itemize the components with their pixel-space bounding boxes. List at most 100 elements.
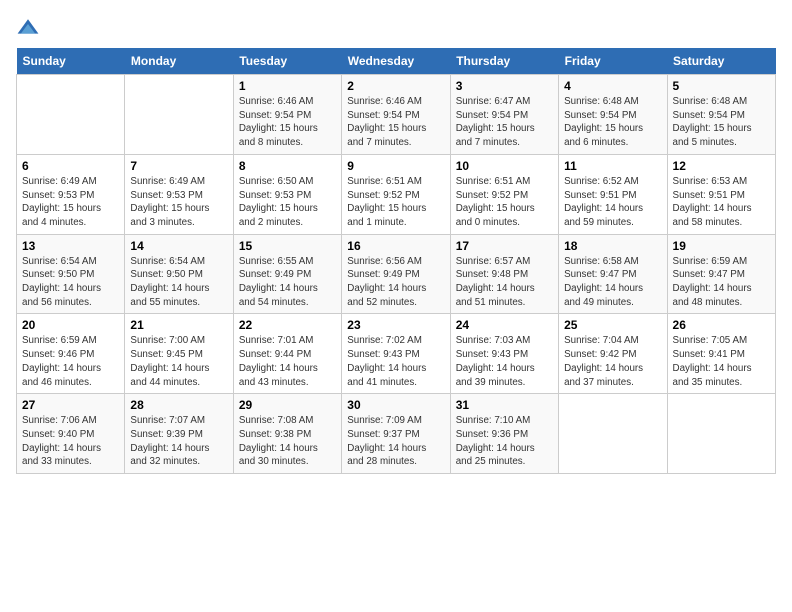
- calendar-week-row: 20 Sunrise: 6:59 AM Sunset: 9:46 PM Dayli…: [17, 314, 776, 394]
- day-info: Sunrise: 7:05 AM Sunset: 9:41 PM Dayligh…: [673, 334, 770, 389]
- calendar-cell: 15 Sunrise: 6:55 AM Sunset: 9:49 PM Dayli…: [233, 234, 341, 314]
- logo-icon: [16, 16, 40, 40]
- calendar-cell: 28 Sunrise: 7:07 AM Sunset: 9:39 PM Dayli…: [125, 394, 233, 474]
- calendar-cell: 8 Sunrise: 6:50 AM Sunset: 9:53 PM Daylig…: [233, 154, 341, 234]
- day-number: 17: [456, 239, 553, 253]
- calendar-cell: 12 Sunrise: 6:53 AM Sunset: 9:51 PM Dayli…: [667, 154, 775, 234]
- day-number: 10: [456, 159, 553, 173]
- calendar-cell: [125, 75, 233, 155]
- calendar-cell: 5Sunrise: 6:48 AM Sunset: 9:54 PM Daylig…: [667, 75, 775, 155]
- calendar-cell: 6 Sunrise: 6:49 AM Sunset: 9:53 PM Daylig…: [17, 154, 125, 234]
- day-number: 27: [22, 398, 119, 412]
- calendar-cell: 9 Sunrise: 6:51 AM Sunset: 9:52 PM Daylig…: [342, 154, 450, 234]
- day-info: Sunrise: 6:46 AM Sunset: 9:54 PM Dayligh…: [239, 95, 336, 150]
- calendar-cell: 26 Sunrise: 7:05 AM Sunset: 9:41 PM Dayli…: [667, 314, 775, 394]
- day-number: 12: [673, 159, 770, 173]
- day-number: 5: [673, 79, 770, 93]
- day-info: Sunrise: 6:59 AM Sunset: 9:46 PM Dayligh…: [22, 334, 119, 389]
- header-tuesday: Tuesday: [233, 48, 341, 75]
- logo: [16, 16, 44, 40]
- header-friday: Friday: [559, 48, 667, 75]
- header-wednesday: Wednesday: [342, 48, 450, 75]
- calendar-week-row: 1 Sunrise: 6:46 AM Sunset: 9:54 PM Daylig…: [17, 75, 776, 155]
- calendar-cell: 22Sunrise: 7:01 AM Sunset: 9:44 PM Dayli…: [233, 314, 341, 394]
- day-number: 2: [347, 79, 444, 93]
- day-info: Sunrise: 6:51 AM Sunset: 9:52 PM Dayligh…: [347, 175, 444, 230]
- day-info: Sunrise: 7:08 AM Sunset: 9:38 PM Dayligh…: [239, 414, 336, 469]
- day-info: Sunrise: 7:01 AM Sunset: 9:44 PM Dayligh…: [239, 334, 336, 389]
- calendar-cell: [17, 75, 125, 155]
- day-info: Sunrise: 6:54 AM Sunset: 9:50 PM Dayligh…: [22, 255, 119, 310]
- day-number: 31: [456, 398, 553, 412]
- day-info: Sunrise: 6:57 AM Sunset: 9:48 PM Dayligh…: [456, 255, 553, 310]
- day-number: 15: [239, 239, 336, 253]
- day-number: 6: [22, 159, 119, 173]
- day-number: 9: [347, 159, 444, 173]
- day-info: Sunrise: 7:04 AM Sunset: 9:42 PM Dayligh…: [564, 334, 661, 389]
- day-number: 23: [347, 318, 444, 332]
- day-info: Sunrise: 6:48 AM Sunset: 9:54 PM Dayligh…: [564, 95, 661, 150]
- day-number: 26: [673, 318, 770, 332]
- calendar-cell: 16 Sunrise: 6:56 AM Sunset: 9:49 PM Dayli…: [342, 234, 450, 314]
- day-number: 3: [456, 79, 553, 93]
- day-info: Sunrise: 6:46 AM Sunset: 9:54 PM Dayligh…: [347, 95, 444, 150]
- day-info: Sunrise: 6:49 AM Sunset: 9:53 PM Dayligh…: [130, 175, 227, 230]
- day-info: Sunrise: 7:02 AM Sunset: 9:43 PM Dayligh…: [347, 334, 444, 389]
- calendar-cell: 25 Sunrise: 7:04 AM Sunset: 9:42 PM Dayli…: [559, 314, 667, 394]
- day-info: Sunrise: 6:54 AM Sunset: 9:50 PM Dayligh…: [130, 255, 227, 310]
- day-number: 29: [239, 398, 336, 412]
- day-number: 20: [22, 318, 119, 332]
- calendar-cell: 21 Sunrise: 7:00 AM Sunset: 9:45 PM Dayli…: [125, 314, 233, 394]
- day-info: Sunrise: 6:55 AM Sunset: 9:49 PM Dayligh…: [239, 255, 336, 310]
- day-number: 8: [239, 159, 336, 173]
- calendar-cell: 29 Sunrise: 7:08 AM Sunset: 9:38 PM Dayli…: [233, 394, 341, 474]
- calendar-cell: 23 Sunrise: 7:02 AM Sunset: 9:43 PM Dayli…: [342, 314, 450, 394]
- calendar-cell: 20 Sunrise: 6:59 AM Sunset: 9:46 PM Dayli…: [17, 314, 125, 394]
- day-number: 21: [130, 318, 227, 332]
- calendar-cell: 17 Sunrise: 6:57 AM Sunset: 9:48 PM Dayli…: [450, 234, 558, 314]
- day-number: 14: [130, 239, 227, 253]
- calendar-cell: 24Sunrise: 7:03 AM Sunset: 9:43 PM Dayli…: [450, 314, 558, 394]
- calendar-cell: 14 Sunrise: 6:54 AM Sunset: 9:50 PM Dayli…: [125, 234, 233, 314]
- day-info: Sunrise: 6:49 AM Sunset: 9:53 PM Dayligh…: [22, 175, 119, 230]
- day-number: 30: [347, 398, 444, 412]
- calendar-cell: 10 Sunrise: 6:51 AM Sunset: 9:52 PM Dayli…: [450, 154, 558, 234]
- calendar-cell: 18 Sunrise: 6:58 AM Sunset: 9:47 PM Dayli…: [559, 234, 667, 314]
- day-info: Sunrise: 6:47 AM Sunset: 9:54 PM Dayligh…: [456, 95, 553, 150]
- day-number: 19: [673, 239, 770, 253]
- day-info: Sunrise: 7:03 AM Sunset: 9:43 PM Dayligh…: [456, 334, 553, 389]
- day-info: Sunrise: 7:10 AM Sunset: 9:36 PM Dayligh…: [456, 414, 553, 469]
- day-number: 11: [564, 159, 661, 173]
- calendar-week-row: 13Sunrise: 6:54 AM Sunset: 9:50 PM Dayli…: [17, 234, 776, 314]
- calendar-cell: 19Sunrise: 6:59 AM Sunset: 9:47 PM Dayli…: [667, 234, 775, 314]
- day-number: 18: [564, 239, 661, 253]
- day-info: Sunrise: 7:07 AM Sunset: 9:39 PM Dayligh…: [130, 414, 227, 469]
- calendar-cell: 11 Sunrise: 6:52 AM Sunset: 9:51 PM Dayli…: [559, 154, 667, 234]
- calendar-week-row: 27 Sunrise: 7:06 AM Sunset: 9:40 PM Dayli…: [17, 394, 776, 474]
- day-info: Sunrise: 6:52 AM Sunset: 9:51 PM Dayligh…: [564, 175, 661, 230]
- calendar-cell: 31 Sunrise: 7:10 AM Sunset: 9:36 PM Dayli…: [450, 394, 558, 474]
- calendar-table: SundayMondayTuesdayWednesdayThursdayFrid…: [16, 48, 776, 474]
- calendar-cell: 7 Sunrise: 6:49 AM Sunset: 9:53 PM Daylig…: [125, 154, 233, 234]
- day-number: 7: [130, 159, 227, 173]
- day-info: Sunrise: 6:58 AM Sunset: 9:47 PM Dayligh…: [564, 255, 661, 310]
- day-info: Sunrise: 6:53 AM Sunset: 9:51 PM Dayligh…: [673, 175, 770, 230]
- day-number: 4: [564, 79, 661, 93]
- page-header: [16, 16, 776, 40]
- day-number: 28: [130, 398, 227, 412]
- day-number: 25: [564, 318, 661, 332]
- calendar-cell: 2 Sunrise: 6:46 AM Sunset: 9:54 PM Daylig…: [342, 75, 450, 155]
- header-saturday: Saturday: [667, 48, 775, 75]
- day-info: Sunrise: 7:00 AM Sunset: 9:45 PM Dayligh…: [130, 334, 227, 389]
- day-info: Sunrise: 6:50 AM Sunset: 9:53 PM Dayligh…: [239, 175, 336, 230]
- header-sunday: Sunday: [17, 48, 125, 75]
- day-number: 16: [347, 239, 444, 253]
- calendar-cell: 13Sunrise: 6:54 AM Sunset: 9:50 PM Dayli…: [17, 234, 125, 314]
- calendar-cell: 27 Sunrise: 7:06 AM Sunset: 9:40 PM Dayli…: [17, 394, 125, 474]
- day-info: Sunrise: 6:56 AM Sunset: 9:49 PM Dayligh…: [347, 255, 444, 310]
- calendar-cell: 4 Sunrise: 6:48 AM Sunset: 9:54 PM Daylig…: [559, 75, 667, 155]
- day-info: Sunrise: 6:51 AM Sunset: 9:52 PM Dayligh…: [456, 175, 553, 230]
- day-number: 1: [239, 79, 336, 93]
- day-info: Sunrise: 7:06 AM Sunset: 9:40 PM Dayligh…: [22, 414, 119, 469]
- calendar-cell: 30Sunrise: 7:09 AM Sunset: 9:37 PM Dayli…: [342, 394, 450, 474]
